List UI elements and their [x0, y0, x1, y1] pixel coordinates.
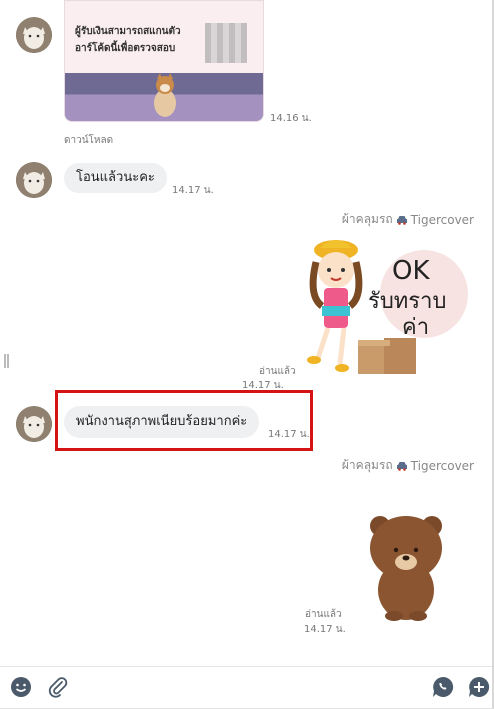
- smiley-icon[interactable]: [10, 676, 32, 698]
- sticker-text-line2: รับทราบ: [368, 289, 446, 314]
- image-caption: ผู้รับเงินสามารถสแกนตัว อาร์โค้ดนี้เพื่อ…: [75, 26, 181, 54]
- resize-handle[interactable]: [4, 354, 9, 368]
- car-icon: [396, 215, 407, 225]
- ok-sticker[interactable]: OK รับทราบ ค่า: [296, 236, 472, 380]
- bear-sticker[interactable]: [366, 512, 446, 622]
- read-receipt: อ่านแล้ว: [305, 609, 342, 620]
- message-time: 14.17 น.: [172, 185, 214, 196]
- phone-bubble-icon[interactable]: [432, 676, 454, 698]
- message-time: 14.16 น.: [270, 113, 312, 124]
- sticker-text-ok: OK: [392, 256, 430, 286]
- read-receipt: อ่านแล้ว: [259, 366, 296, 377]
- car-icon: [396, 461, 407, 471]
- download-link[interactable]: ดาวน์โหลด: [64, 133, 113, 148]
- avatar[interactable]: [16, 162, 52, 198]
- sender-name: ผ้าคลุมรถ Tigercover: [341, 458, 474, 473]
- sticker-text-line3: ค่า: [402, 315, 429, 340]
- message-bubble[interactable]: โอนแล้วนะคะ: [64, 163, 167, 193]
- sender-name: ผ้าคลุมรถ Tigercover: [341, 212, 474, 227]
- dog-icon: [154, 73, 176, 117]
- image-message[interactable]: ผู้รับเงินสามารถสแกนตัว อาร์โค้ดนี้เพื่อ…: [64, 0, 264, 122]
- message-toolbar: [0, 666, 492, 708]
- avatar[interactable]: [16, 406, 52, 442]
- avatar[interactable]: [16, 17, 52, 53]
- add-chat-icon[interactable]: [468, 676, 490, 698]
- message-time: 14.17 น.: [304, 624, 346, 635]
- paperclip-icon[interactable]: [47, 676, 69, 698]
- qr-code-blurred: [205, 23, 247, 63]
- highlight-box: [55, 390, 313, 451]
